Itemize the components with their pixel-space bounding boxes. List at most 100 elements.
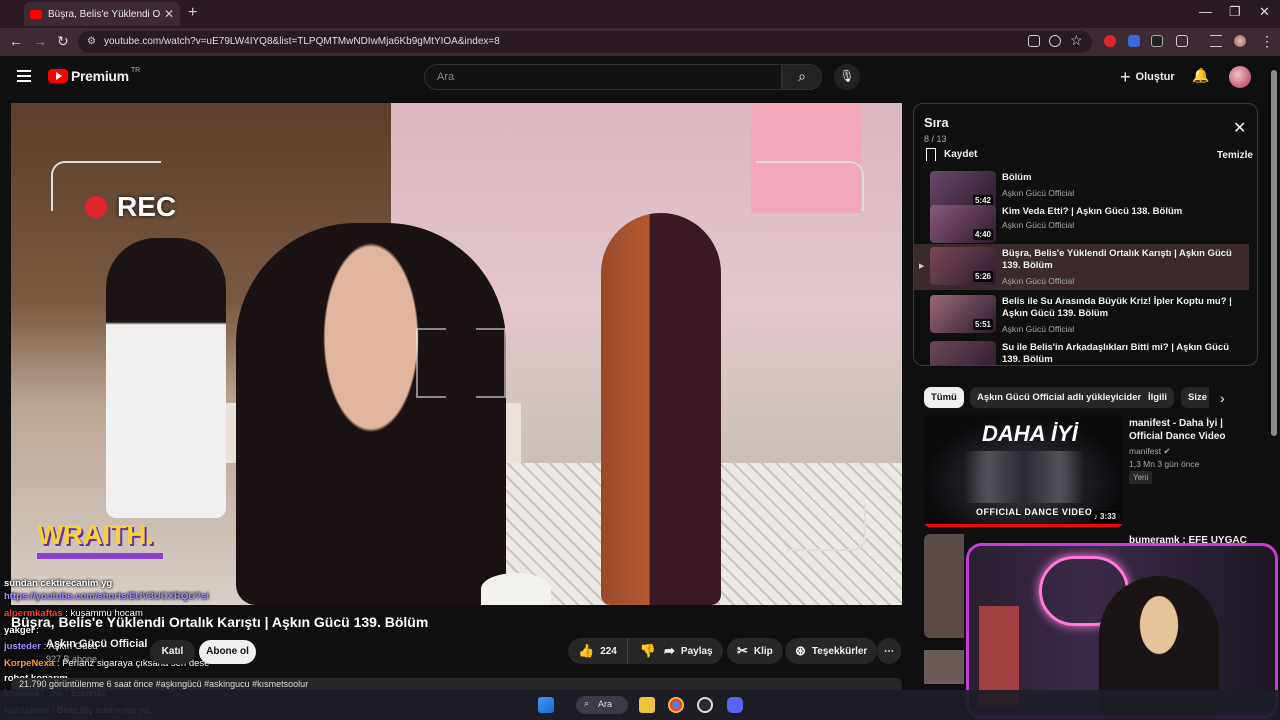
profile-avatar-icon[interactable] — [1234, 35, 1246, 47]
like-button[interactable]: 👍 224 — [568, 638, 628, 664]
rec-title-line1[interactable]: manifest - Daha İyi | — [1129, 417, 1223, 430]
playlist-item-channel: Aşkın Gücü Official — [1002, 220, 1075, 230]
url-bar[interactable]: ⚙ youtube.com/watch?v=uE79LW4IYQ8&list=T… — [78, 31, 1092, 53]
playlist-item[interactable]: 4:40 Kim Veda Etti? | Aşkın Gücü 138. Böl… — [914, 202, 1249, 248]
youtube-logo[interactable]: Premium TR — [48, 66, 141, 84]
site-info-icon[interactable]: ⚙ — [87, 36, 96, 47]
recommendation-thumbnail[interactable]: DAHA İYİ OFFICIAL DANCE VIDEO ♪ 3:33 — [924, 415, 1123, 527]
hamburger-menu-icon[interactable] — [17, 70, 31, 82]
account-avatar[interactable] — [1229, 66, 1251, 88]
video-player[interactable]: REC WRAITH. — [11, 103, 902, 605]
clip-button[interactable]: ✂ Klip — [727, 638, 783, 664]
chat-username: https://youtube.com/shorts/EUV3UCXRQU?si — [4, 591, 209, 602]
extensions-puzzle-icon[interactable] — [1176, 35, 1188, 47]
create-button[interactable]: + Oluştur — [1120, 65, 1175, 89]
browser-tab[interactable]: Büşra, Belis'e Yüklendi Ortalık K ✕ — [24, 2, 180, 26]
share-icon: ➦ — [664, 643, 675, 658]
verified-icon: ✔ — [1163, 446, 1171, 456]
minimize-icon[interactable]: — — [1199, 4, 1212, 19]
playlist-item[interactable]: Su ile Belis'in Arkadaşlıkları Bitti mi?… — [914, 338, 1249, 365]
search-input[interactable]: Ara — [424, 64, 782, 90]
frame-corner-tr — [756, 161, 864, 211]
playlist-item-title[interactable]: Kim Veda Etti? | Aşkın Gücü 138. Bölüm — [1002, 206, 1242, 218]
windows-start-icon[interactable] — [538, 697, 554, 713]
thumb-title: DAHA İYİ — [982, 421, 1078, 446]
playlist-thumbnail[interactable]: 5:26 — [930, 247, 996, 285]
chrome-icon[interactable] — [668, 697, 684, 713]
playlist-panel: Sıra 8 / 13 ✕ Kaydet Temizle 5:42 Bölüm Aş… — [913, 103, 1258, 366]
save-playlist-button[interactable]: Kaydet — [926, 148, 977, 161]
playlist-item-title[interactable]: Bölüm — [1002, 172, 1242, 184]
rec-channel: manifest ✔ — [1129, 446, 1171, 456]
recommendation-thumbnail-3[interactable] — [924, 650, 964, 684]
thumb-subtitle: OFFICIAL DANCE VIDEO — [976, 507, 1093, 517]
playlist-item[interactable]: 5:51 Belis ile Su Arasında Büyük Kriz! İp… — [914, 292, 1249, 338]
playlist-item-title[interactable]: Su ile Belis'in Arkadaşlıkları Bitti mi?… — [1002, 342, 1242, 365]
subscriber-count: 927 B abone — [46, 654, 98, 664]
rec-title-line2[interactable]: Official Dance Video — [1129, 430, 1226, 443]
reading-list-icon[interactable] — [1210, 35, 1222, 47]
clear-playlist-button[interactable]: Temizle — [1217, 150, 1253, 161]
forward-icon[interactable]: → — [33, 33, 47, 49]
url-text: youtube.com/watch?v=uE79LW4IYQ8&list=TLP… — [104, 36, 500, 47]
search-icon[interactable]: ⌕ — [782, 64, 822, 90]
microphone-icon[interactable]: 🎙 — [834, 64, 860, 90]
close-tab-icon[interactable]: ✕ — [164, 7, 174, 21]
taskbar-search-icon: ⌕ — [584, 698, 590, 708]
chip-uploader[interactable]: Aşkın Gücü Official adlı yükleyiciden — [970, 387, 1151, 408]
extension-blue-icon[interactable] — [1128, 35, 1140, 47]
hide-icon[interactable] — [1049, 35, 1061, 47]
chip-all[interactable]: Tümü — [924, 387, 964, 408]
bookmark-star-icon[interactable]: ☆ — [1070, 32, 1083, 49]
subscribe-button[interactable]: Abone ol — [199, 640, 256, 664]
back-icon[interactable]: ← — [9, 33, 23, 49]
playlist-thumbnail[interactable] — [930, 341, 996, 365]
playlist-thumbnail[interactable]: 4:40 — [930, 205, 996, 243]
youtube-play-icon — [48, 69, 68, 83]
join-button[interactable]: Katıl — [150, 640, 195, 664]
chip-for-you[interactable]: Size — [1181, 387, 1209, 408]
chat-username: sundan cektirecanim yg — [4, 578, 113, 589]
browser-menu-icon[interactable]: ⋮ — [1260, 33, 1274, 50]
chip-related[interactable]: İlgili — [1141, 387, 1174, 408]
obs-icon[interactable] — [697, 697, 713, 713]
playlist-thumbnail[interactable]: 5:51 — [930, 295, 996, 333]
playlist-item-channel: Aşkın Gücü Official — [1002, 188, 1075, 198]
video-title: Büşra, Belis'e Yüklendi Ortalık Karıştı … — [11, 614, 429, 630]
restore-icon[interactable]: ❐ — [1229, 4, 1241, 20]
person-left — [106, 238, 226, 518]
share-button[interactable]: ➦ Paylaş — [654, 638, 723, 664]
coffee-cup — [481, 573, 551, 605]
playlist-item-title[interactable]: Büşra, Belis'e Yüklendi Ortalık Karıştı … — [1002, 248, 1242, 272]
close-playlist-icon[interactable]: ✕ — [1233, 118, 1246, 138]
extension-dark-icon[interactable] — [1151, 35, 1163, 47]
discord-icon[interactable] — [727, 697, 743, 713]
playlist-item-channel: Aşkın Gücü Official — [1002, 276, 1075, 286]
focus-bracket-left — [416, 328, 446, 398]
cast-icon[interactable] — [1028, 35, 1040, 47]
recommendation-thumbnail-2[interactable] — [924, 534, 964, 638]
now-playing-icon: ▶ — [919, 263, 925, 270]
logo-region: TR — [130, 66, 141, 74]
playlist-item-title[interactable]: Belis ile Su Arasında Büyük Kriz! İpler … — [1002, 296, 1242, 320]
close-window-icon[interactable]: ✕ — [1259, 4, 1270, 20]
video-description-bar[interactable]: 21.790 görüntülenme 6 saat önce #aşkıngü… — [11, 678, 902, 690]
taskbar-search[interactable]: ⌕ Ara — [576, 696, 628, 714]
wraith-underline — [37, 553, 163, 559]
plus-icon: + — [1120, 66, 1131, 87]
file-explorer-icon[interactable] — [639, 697, 655, 713]
thanks-button[interactable]: ⊛ Teşekkürler — [785, 638, 878, 664]
thanks-icon: ⊛ — [795, 643, 806, 658]
more-actions-button[interactable]: ⋯ — [877, 638, 901, 664]
share-label: Paylaş — [680, 645, 713, 657]
notifications-bell-icon[interactable]: 🔔 — [1192, 67, 1209, 84]
playlist-duration: 5:51 — [972, 319, 993, 330]
page-scrollbar[interactable] — [1271, 70, 1277, 436]
channel-name[interactable]: Aşkın Gücü Official — [46, 638, 147, 650]
chevron-right-icon[interactable]: › — [1220, 390, 1225, 406]
reload-icon[interactable]: ↻ — [57, 33, 69, 50]
playlist-item[interactable]: ▶ 5:26 Büşra, Belis'e Yüklendi Ortalık Kar… — [914, 244, 1249, 290]
new-tab-icon[interactable]: + — [188, 4, 197, 22]
extension-red-icon[interactable] — [1104, 35, 1116, 47]
create-label: Oluştur — [1135, 71, 1175, 83]
